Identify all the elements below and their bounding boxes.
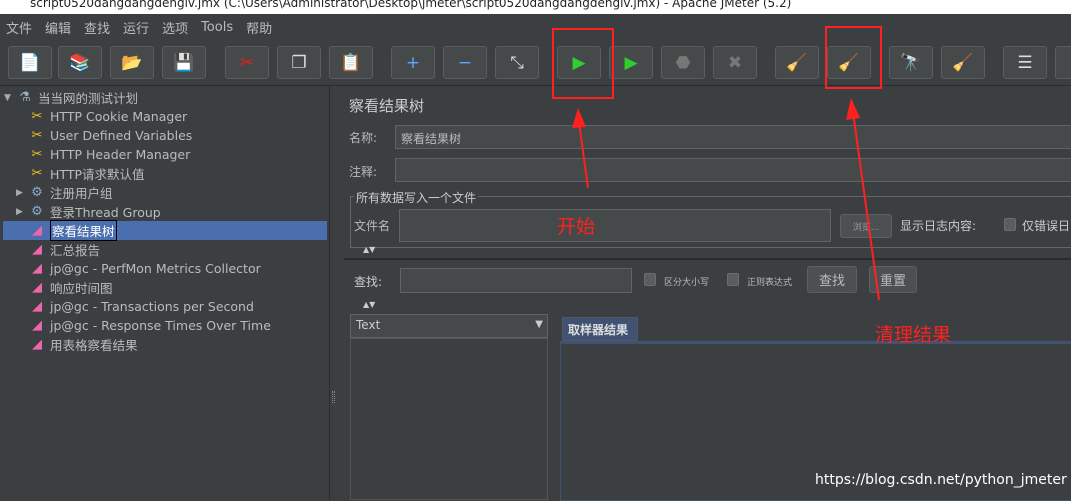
watermark: https://blog.csdn.net/python_jmeter (815, 472, 1067, 488)
annotation-arrows (572, 98, 880, 301)
annotation-clear: 清理结果 (875, 324, 952, 346)
annotation-start: 开始 (557, 216, 596, 238)
